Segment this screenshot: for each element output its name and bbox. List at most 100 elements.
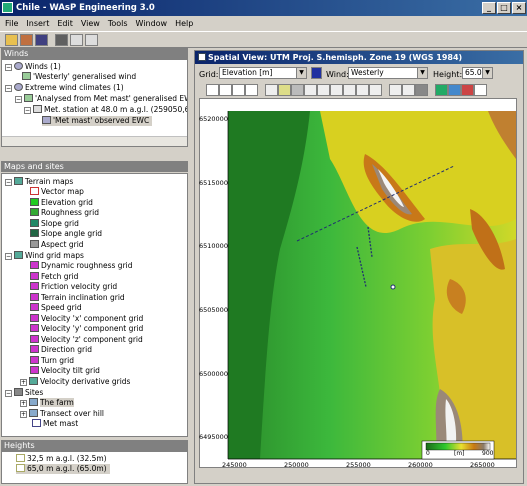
x-tick-label: 245000 — [222, 461, 247, 469]
turbine-icon[interactable] — [304, 84, 317, 96]
tree-item-velocity-derivative-grids[interactable]: + Velocity derivative grids — [20, 377, 130, 387]
tree-item-slope-grid[interactable]: Slope grid — [30, 219, 79, 229]
wind-farm-icon — [29, 398, 38, 406]
color-scheme-icon[interactable] — [311, 67, 322, 79]
wind-select[interactable]: Westerly ▼ — [348, 67, 428, 79]
table-icon[interactable] — [85, 34, 98, 46]
tree-item-roughness-grid[interactable]: Roughness grid — [30, 208, 99, 218]
menu-tools[interactable]: Tools — [108, 19, 128, 28]
main-toolbar — [0, 31, 527, 48]
height-select[interactable]: 65.0 ▼ — [462, 67, 493, 79]
x-tick-label: 265000 — [470, 461, 495, 469]
tree-item-vector-map[interactable]: Vector map — [30, 187, 84, 197]
tree-item-met-station[interactable]: − Met. station at 48.0 m a.g.l. (259050,6… — [24, 105, 187, 115]
y-tick-label: 6510000 — [199, 242, 228, 250]
height-item-32-5[interactable]: 32,5 m a.g.l. (32.5m) — [16, 454, 107, 464]
minimize-button[interactable]: _ — [482, 2, 496, 14]
menu-file[interactable]: File — [5, 19, 18, 28]
grid-icon[interactable] — [70, 34, 83, 46]
open-workspace-icon[interactable] — [20, 34, 33, 46]
maximize-button[interactable]: □ — [497, 2, 511, 14]
tree-item-fetch-grid[interactable]: Fetch grid — [30, 272, 78, 282]
refresh-icon[interactable] — [461, 84, 474, 96]
pan-hand-icon[interactable] — [219, 84, 232, 96]
slope-grid-icon — [30, 219, 39, 227]
zoom-icon[interactable] — [232, 84, 245, 96]
tree-item-the-farm[interactable]: + The farm — [20, 398, 74, 408]
show-grid-icon[interactable] — [278, 84, 291, 96]
maps-panel-header: Maps and sites — [1, 161, 188, 172]
met-station-icon — [33, 105, 42, 113]
wind-grid-maps-icon — [14, 251, 23, 259]
tree-item-slope-angle-grid[interactable]: Slope angle grid — [30, 229, 102, 239]
tree-item-direction-grid[interactable]: Direction grid — [30, 345, 92, 355]
back-arrow-icon[interactable] — [245, 84, 258, 96]
friction-velocity-grid-icon — [30, 282, 39, 290]
mast-icon[interactable] — [317, 84, 330, 96]
tree-item-dynamic-roughness-grid[interactable]: Dynamic roughness grid — [30, 261, 133, 271]
vector-map-icon — [30, 187, 39, 195]
legend-unit-label: [m] — [454, 450, 465, 457]
x-tick-label: 250000 — [284, 461, 309, 469]
close-button[interactable]: × — [512, 2, 526, 14]
tree-item-velocity-x-grid[interactable]: Velocity 'x' component grid — [30, 314, 143, 324]
spatial-toolbar — [199, 83, 521, 98]
tree-item-aspect-grid[interactable]: Aspect grid — [30, 240, 84, 250]
tree-item-observed-ewc[interactable]: 'Met mast' observed EWC — [42, 116, 153, 126]
menu-help[interactable]: Help — [175, 19, 193, 28]
site-icon[interactable] — [330, 84, 343, 96]
tree-item-terrain-maps[interactable]: − Terrain maps — [5, 177, 73, 187]
tree-item-extreme-wind-climates[interactable]: − Extreme wind climates (1) — [5, 83, 124, 93]
tree-item-winds[interactable]: − Winds (1) — [5, 62, 61, 72]
height-item-65[interactable]: 65,0 m a.g.l. (65.0m) — [16, 464, 110, 474]
legend-icon[interactable] — [402, 84, 415, 96]
tree-item-wind-grid-maps[interactable]: − Wind grid maps — [5, 251, 84, 261]
map-settings-icon[interactable] — [435, 84, 448, 96]
tree-item-sites[interactable]: − Sites — [5, 388, 43, 398]
open-folder-icon[interactable] — [5, 34, 18, 46]
menu-edit[interactable]: Edit — [57, 19, 73, 28]
height-icon — [16, 454, 25, 462]
menu-window[interactable]: Window — [136, 19, 168, 28]
transect-tool-icon[interactable] — [343, 84, 356, 96]
map-area[interactable]: 6520000 6515000 6510000 6505000 6500000 … — [199, 98, 518, 469]
tree-item-velocity-z-grid[interactable]: Velocity 'z' component grid — [30, 335, 143, 345]
turn-grid-icon — [30, 356, 39, 364]
menu-insert[interactable]: Insert — [26, 19, 49, 28]
extreme-wind-icon — [14, 83, 23, 91]
print-icon[interactable] — [55, 34, 68, 46]
tree-item-met-mast[interactable]: Met mast — [32, 419, 78, 429]
chevron-down-icon: ▼ — [417, 68, 427, 78]
window-title-bar: Chile - WAsP Engineering 3.0 — [0, 0, 527, 16]
fit-view-icon[interactable] — [265, 84, 278, 96]
contour-icon[interactable] — [291, 84, 304, 96]
tree-item-transect[interactable]: + Transect over hill — [20, 409, 104, 419]
roughness-grid-icon — [30, 208, 39, 216]
tree-item-turn-grid[interactable]: Turn grid — [30, 356, 74, 366]
elevation-map[interactable] — [200, 99, 518, 469]
grid-select[interactable]: Elevation [m] ▼ — [219, 67, 307, 79]
tree-item-elevation-grid[interactable]: Elevation grid — [30, 198, 93, 208]
tree-item-velocity-y-grid[interactable]: Velocity 'y' component grid — [30, 324, 143, 334]
layers-icon[interactable] — [389, 84, 402, 96]
tree-item-westerly-wind[interactable]: 'Westerly' generalised wind — [22, 72, 136, 82]
x-tick-label: 255000 — [346, 461, 371, 469]
copy-icon[interactable] — [474, 84, 487, 96]
menu-view[interactable]: View — [81, 19, 100, 28]
tree-item-generalised-ewc[interactable]: − 'Analysed from Met mast' generalised EW… — [15, 94, 187, 104]
tree-item-friction-velocity-grid[interactable]: Friction velocity grid — [30, 282, 117, 292]
tree-item-velocity-tilt-grid[interactable]: Velocity tilt grid — [30, 366, 100, 376]
export-icon[interactable] — [415, 84, 428, 96]
palette-icon[interactable] — [448, 84, 461, 96]
pointer-icon[interactable] — [206, 84, 219, 96]
tree-item-terrain-inclination-grid[interactable]: Terrain inclination grid — [30, 293, 125, 303]
grid-label: Grid: — [199, 70, 219, 79]
y-tick-label: 6515000 — [199, 179, 228, 187]
clear-icon[interactable] — [369, 84, 382, 96]
tree-item-speed-grid[interactable]: Speed grid — [30, 303, 82, 313]
select-area-icon[interactable] — [356, 84, 369, 96]
save-icon[interactable] — [35, 34, 48, 46]
winds-horizontal-scrollbar[interactable] — [2, 136, 187, 146]
heights-panel-header: Heights — [1, 440, 188, 451]
met-mast-marker[interactable] — [390, 284, 396, 290]
